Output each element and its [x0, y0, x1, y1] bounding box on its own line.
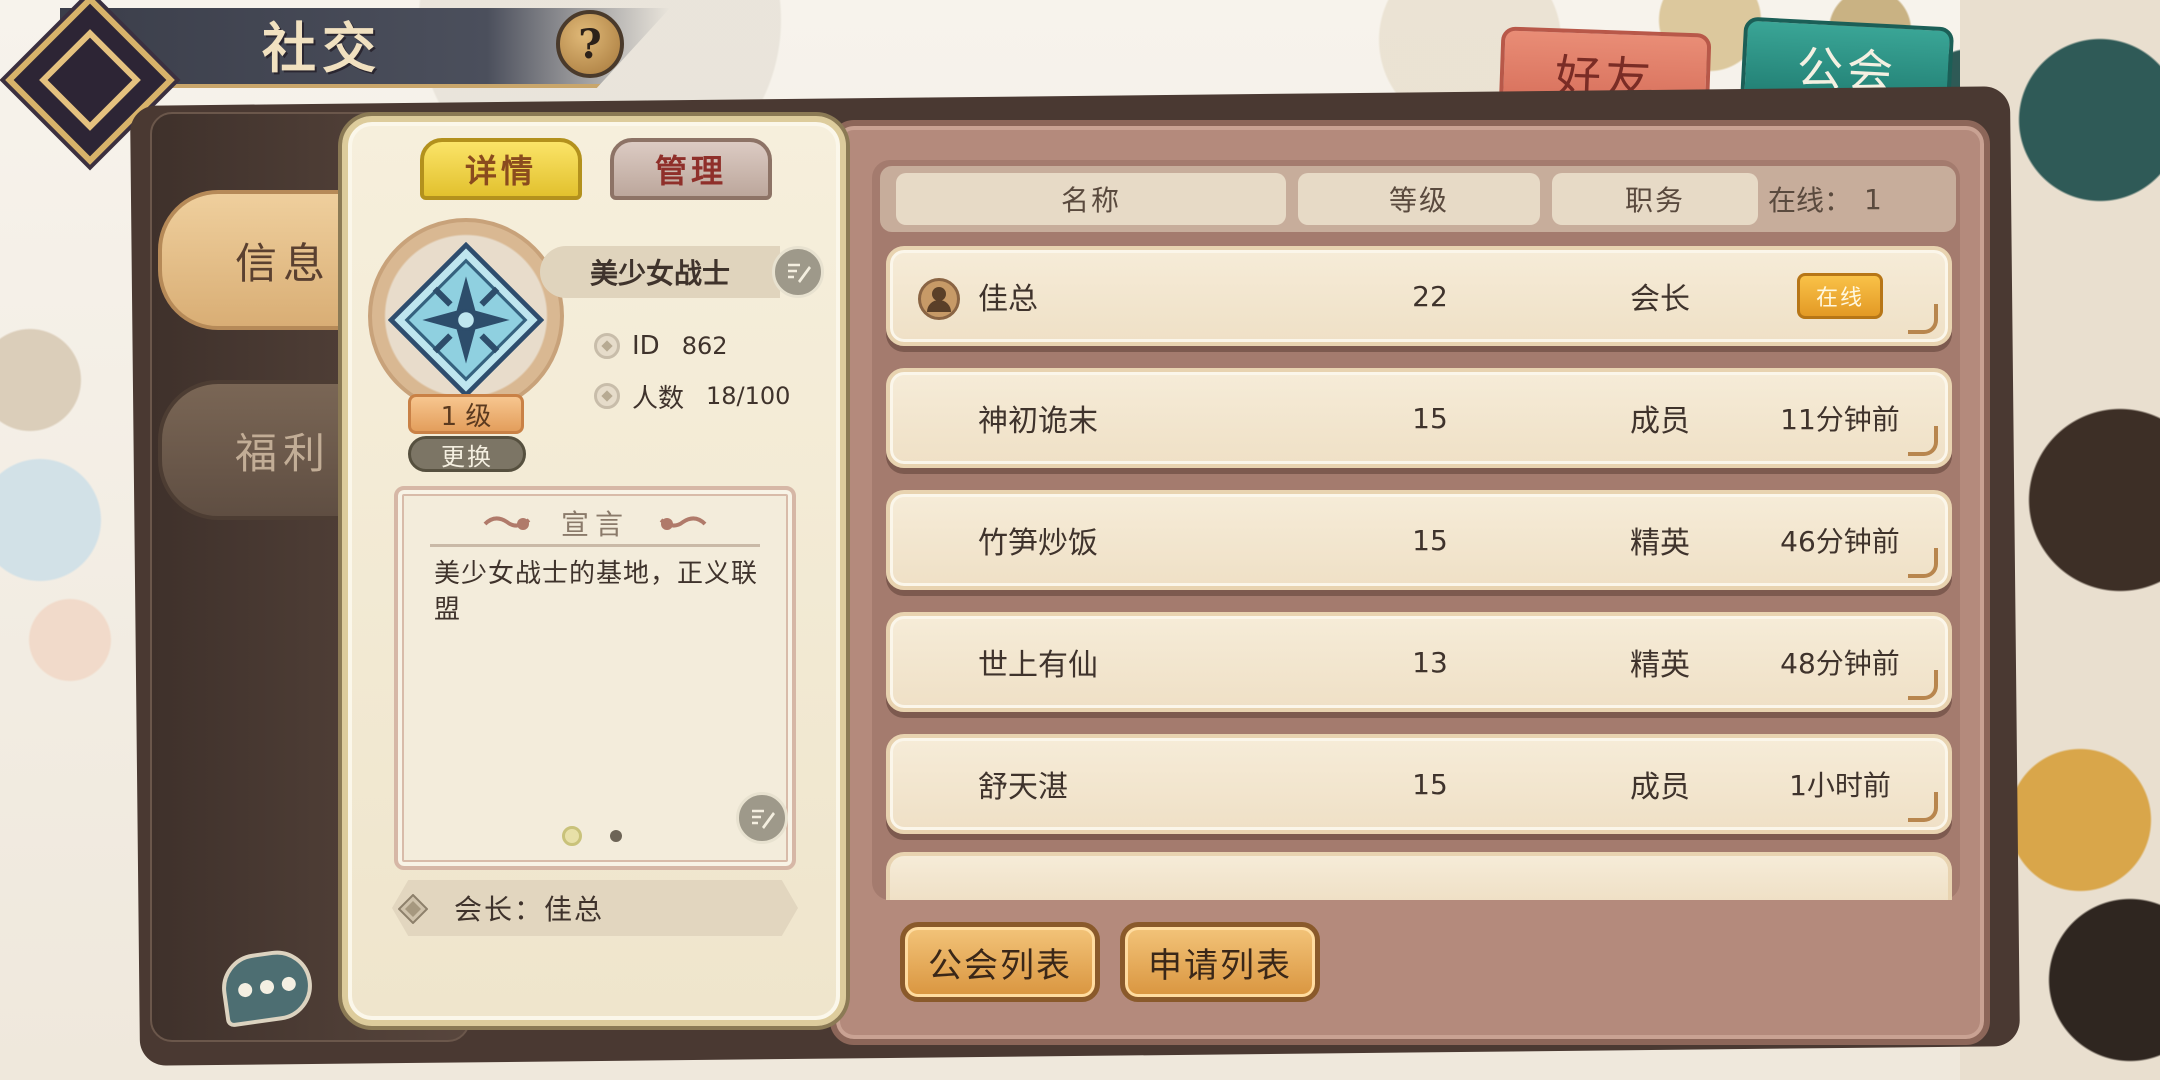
leader-icon	[918, 278, 960, 320]
swirl-ornament-icon	[483, 516, 531, 530]
change-emblem-button[interactable]: 更换	[408, 436, 526, 472]
guild-members-line: 人数 18/100	[594, 376, 790, 416]
diamond-bullet-icon	[594, 383, 620, 409]
tab-manage[interactable]: 管理	[610, 138, 772, 200]
chat-dot-icon	[237, 982, 254, 998]
members-value: 18/100	[706, 382, 791, 410]
id-label: ID	[632, 331, 660, 361]
member-role: 会长	[1630, 282, 1690, 317]
member-name: 竹笋炒饭	[978, 526, 1098, 561]
page-title: 社交	[262, 16, 382, 80]
member-status: 11分钟前	[1780, 403, 1900, 436]
header-name: 名称	[896, 173, 1286, 225]
member-row[interactable]: 世上有仙 13 精英 48分钟前	[886, 612, 1952, 712]
page-indicator-active[interactable]	[562, 826, 582, 846]
declaration-divider	[430, 544, 760, 547]
online-badge: 在线	[1796, 273, 1883, 319]
member-row[interactable]: 舒天湛 15 成员 1小时前	[886, 734, 1952, 834]
member-row[interactable]: 竹笋炒饭 15 精英 46分钟前	[886, 490, 1952, 590]
guild-leader: 会长：佳总	[392, 880, 798, 936]
guild-emblem-icon[interactable]	[388, 242, 544, 398]
header-level: 等级	[1298, 173, 1540, 225]
member-status: 在线	[1740, 250, 1940, 342]
member-role: 成员	[1630, 770, 1690, 805]
member-name: 佳总	[978, 282, 1038, 317]
member-status: 48分钟前	[1780, 647, 1900, 680]
declaration-text: 美少女战士的基地，正义联盟	[434, 559, 759, 625]
header-online: 在线： 1	[1768, 173, 1882, 225]
member-row[interactable]: 神初诡末 15 成员 11分钟前	[886, 368, 1952, 468]
declaration-title: 宣言	[560, 508, 629, 541]
page-indicator[interactable]	[610, 830, 622, 842]
guild-name: 美少女战士	[540, 246, 780, 298]
chat-dot-icon	[259, 979, 275, 995]
edit-pencil-icon	[788, 263, 811, 283]
member-name: 世上有仙	[978, 648, 1098, 683]
chat-dot-icon	[280, 976, 297, 992]
member-name: 神初诡末	[978, 404, 1098, 439]
online-label: 在线：	[1768, 184, 1853, 217]
declaration-header: 宣言	[394, 500, 796, 546]
id-value: 862	[681, 332, 728, 360]
member-level: 15	[1412, 767, 1448, 801]
help-button[interactable]: ?	[556, 10, 624, 78]
guild-list-button[interactable]: 公会列表	[900, 922, 1100, 1002]
compass-diamond-icon	[398, 894, 428, 924]
header-role: 职务	[1552, 173, 1758, 225]
member-level: 22	[1412, 279, 1448, 313]
member-role: 成员	[1630, 404, 1690, 439]
tab-detail[interactable]: 详情	[420, 138, 582, 200]
member-role: 精英	[1630, 648, 1690, 683]
edit-declaration-button[interactable]	[736, 792, 788, 844]
edit-pencil-icon	[752, 809, 775, 829]
guild-id-line: ID 862	[594, 326, 728, 366]
members-label: 人数	[632, 383, 685, 414]
diamond-bullet-icon	[594, 333, 620, 359]
left-decoration	[0, 80, 140, 720]
online-count: 1	[1864, 182, 1882, 216]
edit-name-button[interactable]	[772, 246, 824, 298]
member-level: 15	[1412, 523, 1448, 557]
guild-level: 1 级	[408, 394, 524, 434]
member-role: 精英	[1630, 526, 1690, 561]
member-level: 13	[1412, 645, 1448, 679]
member-level: 15	[1412, 401, 1448, 435]
member-row[interactable]: 佳总 22 会长 在线	[886, 246, 1952, 346]
apply-list-button[interactable]: 申请列表	[1120, 922, 1320, 1002]
member-status: 46分钟前	[1780, 525, 1900, 558]
member-name: 舒天湛	[978, 770, 1068, 805]
swirl-ornament-icon	[659, 516, 707, 530]
member-row-partial[interactable]	[886, 852, 1952, 900]
member-status: 1小时前	[1789, 769, 1891, 802]
